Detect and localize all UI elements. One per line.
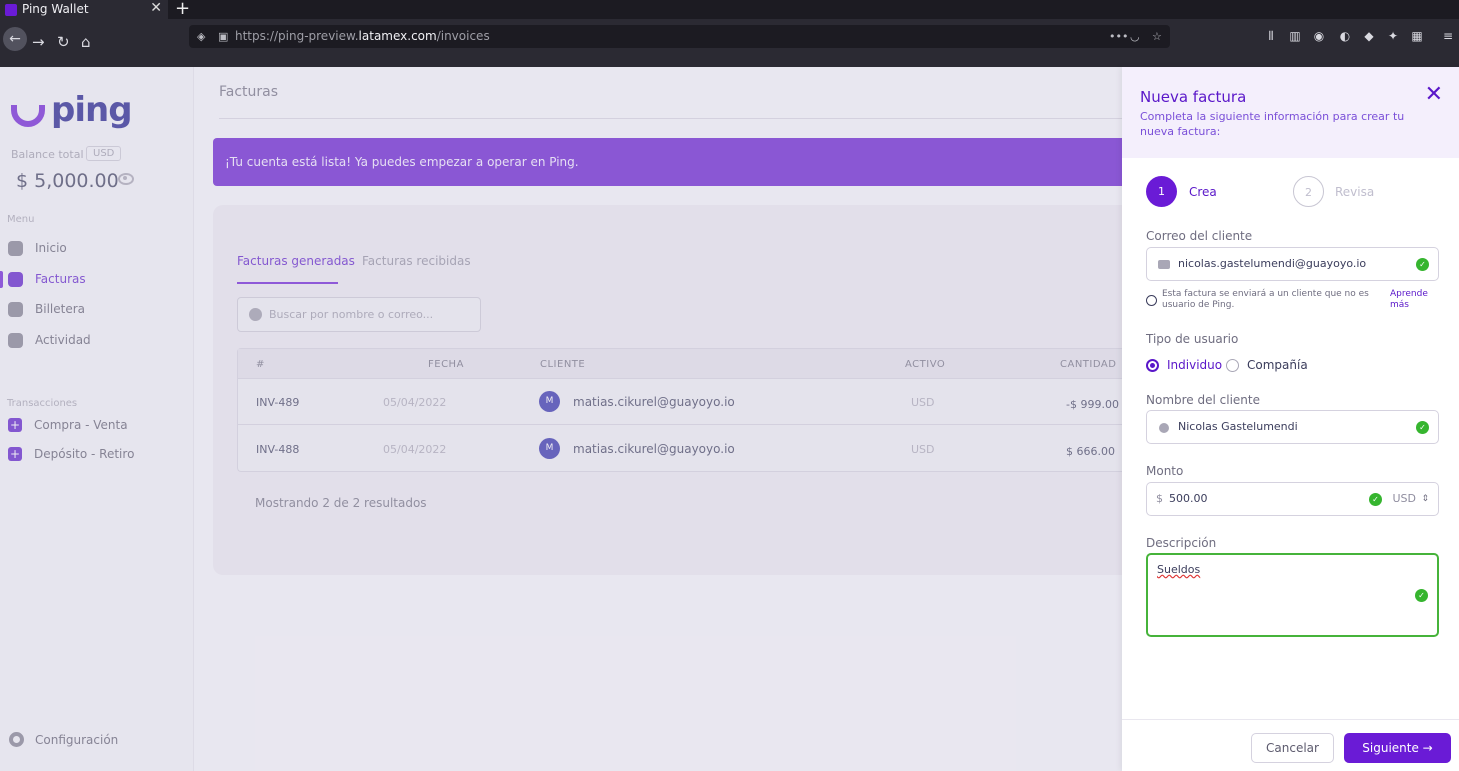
more-icon[interactable]: ••• [1109,25,1128,48]
email-value: nicolas.gastelumendi@guayoyo.io [1178,257,1367,270]
description-textarea[interactable]: Sueldos ✓ [1146,553,1439,637]
extension-icon[interactable]: ◆ [1362,29,1376,43]
lock-icon: ▣ [218,30,229,43]
person-icon [1159,423,1169,433]
learn-more-link[interactable]: Aprende más [1390,289,1435,311]
cancel-button[interactable]: Cancelar [1251,733,1334,763]
smiley-icon [1146,295,1157,306]
chevron-updown-icon[interactable]: ⇕ [1421,483,1429,515]
close-icon[interactable]: ✕ [1425,84,1443,106]
hamburger-menu-icon[interactable]: ≡ [1441,29,1455,43]
user-type-label: Tipo de usuario [1146,332,1239,346]
amount-currency-select[interactable]: USD [1392,483,1416,515]
url-prefix: https://ping-preview. [235,29,359,43]
browser-navbar: ← → ↻ ⌂ ◈ ▣ https://ping-preview.latamex… [0,19,1459,67]
radio-compania[interactable] [1226,359,1239,372]
client-name-value: Nicolas Gastelumendi [1178,420,1298,433]
ping-favicon-icon [5,3,17,16]
radio-individuo[interactable] [1146,359,1159,372]
app: ping Balance total USD $ 5,000.00 Menu I… [0,67,1459,771]
check-icon: ✓ [1369,493,1382,506]
new-tab-button[interactable]: + [175,0,190,19]
forward-arrow-icon[interactable]: → [32,33,45,51]
amount-value: 500.00 [1169,492,1208,505]
step-2-badge: 2 [1293,176,1324,207]
mail-icon [1158,260,1170,269]
radio-individuo-label[interactable]: Individuo [1167,358,1222,372]
amount-field[interactable]: $ 500.00 ✓ USD ⇕ [1146,482,1439,516]
description-label: Descripción [1146,536,1217,550]
url-bar[interactable]: ◈ ▣ https://ping-preview.latamex.com/inv… [189,25,1170,48]
check-icon: ✓ [1416,258,1429,271]
back-arrow-icon[interactable]: ← [3,27,27,51]
new-invoice-panel: Nueva factura Completa la siguiente info… [1122,67,1459,771]
step-1-label: Crea [1189,185,1217,199]
next-button[interactable]: Siguiente → [1344,733,1451,763]
tab-close-icon[interactable]: ✕ [150,0,162,17]
browser-tab[interactable]: Ping Wallet ✕ [0,0,168,19]
sidebar-icon[interactable]: ▥ [1288,29,1302,43]
check-icon: ✓ [1416,421,1429,434]
browser-tabbar: Ping Wallet ✕ + [0,0,1459,19]
name-label: Nombre del cliente [1146,393,1260,407]
url-path: /invoices [436,29,490,43]
amount-label: Monto [1146,464,1184,478]
panel-subtitle: Completa la siguiente información para c… [1140,110,1405,138]
account-icon[interactable]: ◉ [1312,29,1326,43]
url-host: latamex.com [358,29,437,43]
panel-header: Nueva factura Completa la siguiente info… [1122,67,1459,158]
screenshot-icon[interactable]: ▦ [1410,29,1424,43]
home-icon[interactable]: ⌂ [81,33,91,51]
burp-extension-icon[interactable]: ◐ [1338,29,1352,43]
email-field[interactable]: nicolas.gastelumendi@guayoyo.io ✓ [1146,247,1439,281]
description-value: Sueldos [1157,563,1201,576]
puzzle-icon[interactable]: ✦ [1386,29,1400,43]
amount-prefix: $ [1156,492,1163,505]
modal-backdrop[interactable] [0,67,1122,771]
email-label: Correo del cliente [1146,229,1253,243]
reload-icon[interactable]: ↻ [57,33,70,51]
panel-title: Nueva factura [1140,88,1247,106]
bookmark-star-icon[interactable]: ☆ [1152,25,1162,48]
check-icon: ✓ [1415,589,1428,602]
client-name-field[interactable]: Nicolas Gastelumendi ✓ [1146,410,1439,444]
radio-compania-label[interactable]: Compañía [1247,358,1308,372]
tab-title: Ping Wallet [22,2,89,16]
step-1-badge: 1 [1146,176,1177,207]
library-icon[interactable]: ⫴ [1264,29,1278,43]
panel-footer-divider [1122,719,1459,720]
shield-icon: ◈ [197,30,206,43]
pocket-icon[interactable]: ◡ [1130,25,1140,48]
notice-text: Esta factura se enviará a un cliente que… [1162,289,1369,310]
step-2-label: Revisa [1335,185,1375,199]
